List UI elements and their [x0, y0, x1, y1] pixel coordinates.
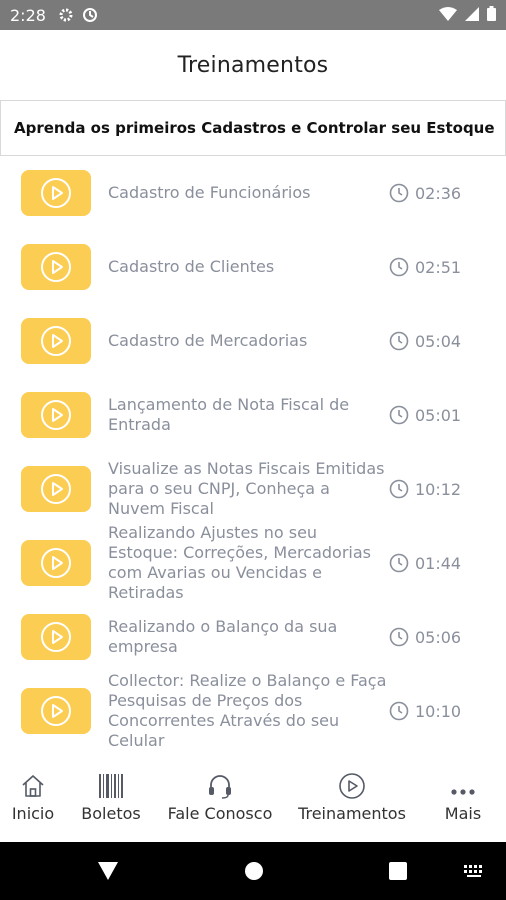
recents-square-icon [389, 862, 407, 880]
status-time: 2:28 [10, 5, 46, 25]
nav-item-boletos[interactable]: Boletos [79, 770, 143, 823]
clock-icon [389, 405, 409, 425]
clock-icon [389, 479, 409, 499]
nav-item-fale-conosco[interactable]: Fale Conosco [166, 770, 274, 823]
duration-text: 02:51 [415, 257, 462, 277]
recents-button[interactable] [386, 859, 410, 883]
video-duration: 10:10 [389, 699, 489, 723]
play-circle-icon [41, 548, 71, 578]
video-item[interactable]: Cadastro de Mercadorias 05:04 [0, 318, 506, 366]
clock-icon [389, 331, 409, 351]
play-circle-icon [41, 178, 71, 208]
page-title: Treinamentos [177, 52, 329, 78]
duration-text: 05:01 [415, 405, 462, 425]
wifi-icon [439, 6, 457, 25]
back-triangle-icon [98, 862, 118, 880]
nav-item-inicio[interactable]: Inicio [8, 770, 58, 823]
video-thumbnail[interactable] [21, 392, 91, 438]
data-saver-icon [82, 7, 98, 23]
video-title: Realizando o Balanço da sua empresa [108, 617, 338, 656]
play-circle-icon [41, 326, 71, 356]
keyboard-icon [464, 865, 482, 877]
video-title: Cadastro de Mercadorias [108, 331, 308, 350]
system-nav-bar [0, 842, 506, 900]
video-thumbnail[interactable] [21, 688, 91, 734]
video-title: Collector: Realize o Balanço e Faça Pesq… [108, 671, 387, 750]
barcode-icon [97, 770, 125, 800]
battery-icon [487, 5, 496, 25]
video-item[interactable]: Lançamento de Nota Fiscal de Entrada 05:… [0, 392, 506, 440]
app-header: Treinamentos [0, 30, 506, 100]
video-duration: 05:06 [389, 625, 489, 649]
home-icon [19, 770, 47, 800]
video-item[interactable]: Cadastro de Clientes 02:51 [0, 244, 506, 292]
video-item[interactable]: Collector: Realize o Balanço e Faça Pesq… [0, 671, 506, 750]
video-thumbnail[interactable] [21, 614, 91, 660]
more-icon [449, 770, 477, 800]
settings-gear-icon [58, 7, 74, 23]
duration-text: 05:04 [415, 331, 462, 351]
clock-icon [389, 257, 409, 277]
play-circle-icon [41, 400, 71, 430]
video-thumbnail[interactable] [21, 170, 91, 216]
duration-text: 01:44 [415, 553, 462, 573]
headset-icon [206, 770, 234, 800]
nav-label: Mais [444, 804, 482, 823]
signal-icon [465, 6, 479, 25]
duration-text: 02:36 [415, 183, 462, 203]
clock-icon [389, 553, 409, 573]
nav-label: Fale Conosco [167, 804, 273, 823]
clock-icon [389, 627, 409, 647]
video-duration: 05:04 [389, 329, 489, 353]
nav-label: Boletos [81, 804, 141, 823]
duration-text: 10:10 [415, 701, 462, 721]
video-item[interactable]: Cadastro de Funcionários 02:36 [0, 170, 506, 218]
video-title: Realizando Ajustes no seu Estoque: Corre… [108, 523, 371, 602]
video-item[interactable]: Realizando Ajustes no seu Estoque: Corre… [0, 523, 506, 602]
video-title: Visualize as Notas Fiscais Emitidas para… [108, 459, 385, 518]
status-bar: 2:28 [0, 0, 506, 30]
clock-icon [389, 183, 409, 203]
keyboard-button[interactable] [462, 861, 486, 881]
back-button[interactable] [96, 859, 120, 883]
video-thumbnail[interactable] [21, 540, 91, 586]
play-circle-icon [41, 474, 71, 504]
section-banner: Aprenda os primeiros Cadastros e Control… [0, 100, 506, 156]
video-duration: 05:01 [389, 403, 489, 427]
play-circle-icon [41, 252, 71, 282]
play-circle-icon [338, 770, 366, 800]
video-duration: 02:51 [389, 255, 489, 279]
video-title: Lançamento de Nota Fiscal de Entrada [108, 395, 350, 434]
video-duration: 10:12 [389, 477, 489, 501]
video-thumbnail[interactable] [21, 466, 91, 512]
nav-item-mais[interactable]: Mais [440, 770, 486, 823]
bottom-nav: Inicio Boletos Fale Conosco Treinamentos… [0, 760, 506, 842]
clock-icon [389, 701, 409, 721]
video-thumbnail[interactable] [21, 318, 91, 364]
video-item[interactable]: Realizando o Balanço da sua empresa 05:0… [0, 614, 506, 662]
video-title: Cadastro de Funcionários [108, 183, 311, 202]
video-duration: 02:36 [389, 181, 489, 205]
home-circle-icon [245, 862, 263, 880]
home-button[interactable] [242, 859, 266, 883]
nav-label: Inicio [11, 804, 55, 823]
video-duration: 01:44 [389, 551, 489, 575]
video-title: Cadastro de Clientes [108, 257, 275, 276]
play-circle-icon [41, 622, 71, 652]
duration-text: 05:06 [415, 627, 462, 647]
video-thumbnail[interactable] [21, 244, 91, 290]
play-circle-icon [41, 696, 71, 726]
nav-label: Treinamentos [298, 804, 406, 823]
duration-text: 10:12 [415, 479, 462, 499]
nav-item-treinamentos[interactable]: Treinamentos [296, 770, 408, 823]
video-item[interactable]: Visualize as Notas Fiscais Emitidas para… [0, 459, 506, 518]
